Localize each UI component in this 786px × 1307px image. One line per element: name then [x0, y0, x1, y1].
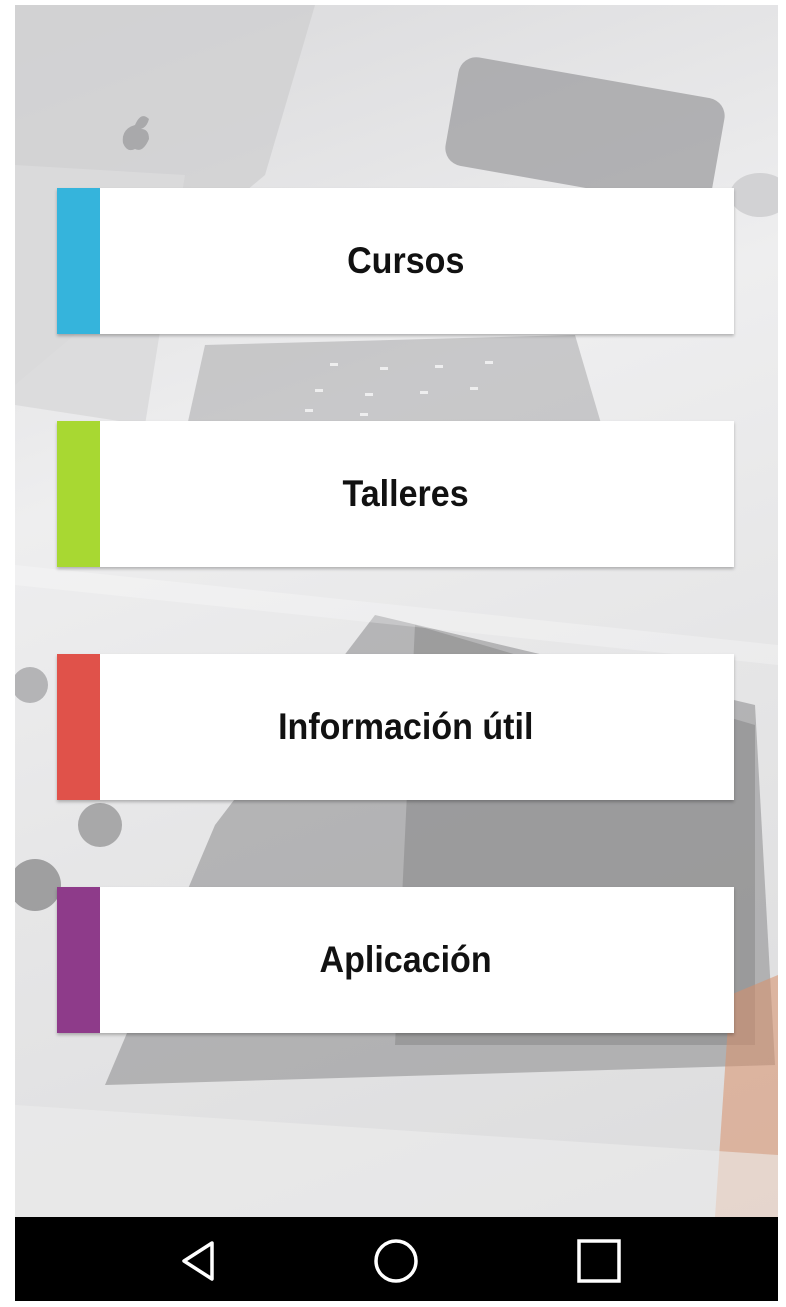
background-photo — [15, 5, 778, 1217]
menu-button-cursos[interactable]: Cursos — [57, 188, 734, 334]
home-circle-icon — [372, 1237, 420, 1290]
system-navigation-bar — [15, 1217, 778, 1301]
menu-button-informacion-util[interactable]: Información útil — [57, 654, 734, 800]
recents-square-icon — [576, 1238, 622, 1289]
color-bar-informacion-util — [57, 654, 100, 800]
home-button[interactable] — [370, 1237, 422, 1289]
color-bar-talleres — [57, 421, 100, 567]
desk-photo-illustration — [15, 5, 778, 1217]
back-triangle-icon — [178, 1239, 218, 1288]
back-button[interactable] — [172, 1237, 224, 1289]
menu-button-label: Aplicación — [319, 939, 492, 980]
app-screen: Cursos Talleres Información útil Aplicac… — [15, 5, 778, 1301]
color-bar-aplicacion — [57, 887, 100, 1033]
color-bar-cursos — [57, 188, 100, 334]
menu-button-label: Talleres — [342, 473, 469, 514]
menu-button-label: Información útil — [277, 706, 534, 747]
recents-button[interactable] — [573, 1237, 625, 1289]
menu-button-talleres[interactable]: Talleres — [57, 421, 734, 567]
menu-button-aplicacion[interactable]: Aplicación — [57, 887, 734, 1033]
menu-button-label: Cursos — [346, 240, 465, 281]
